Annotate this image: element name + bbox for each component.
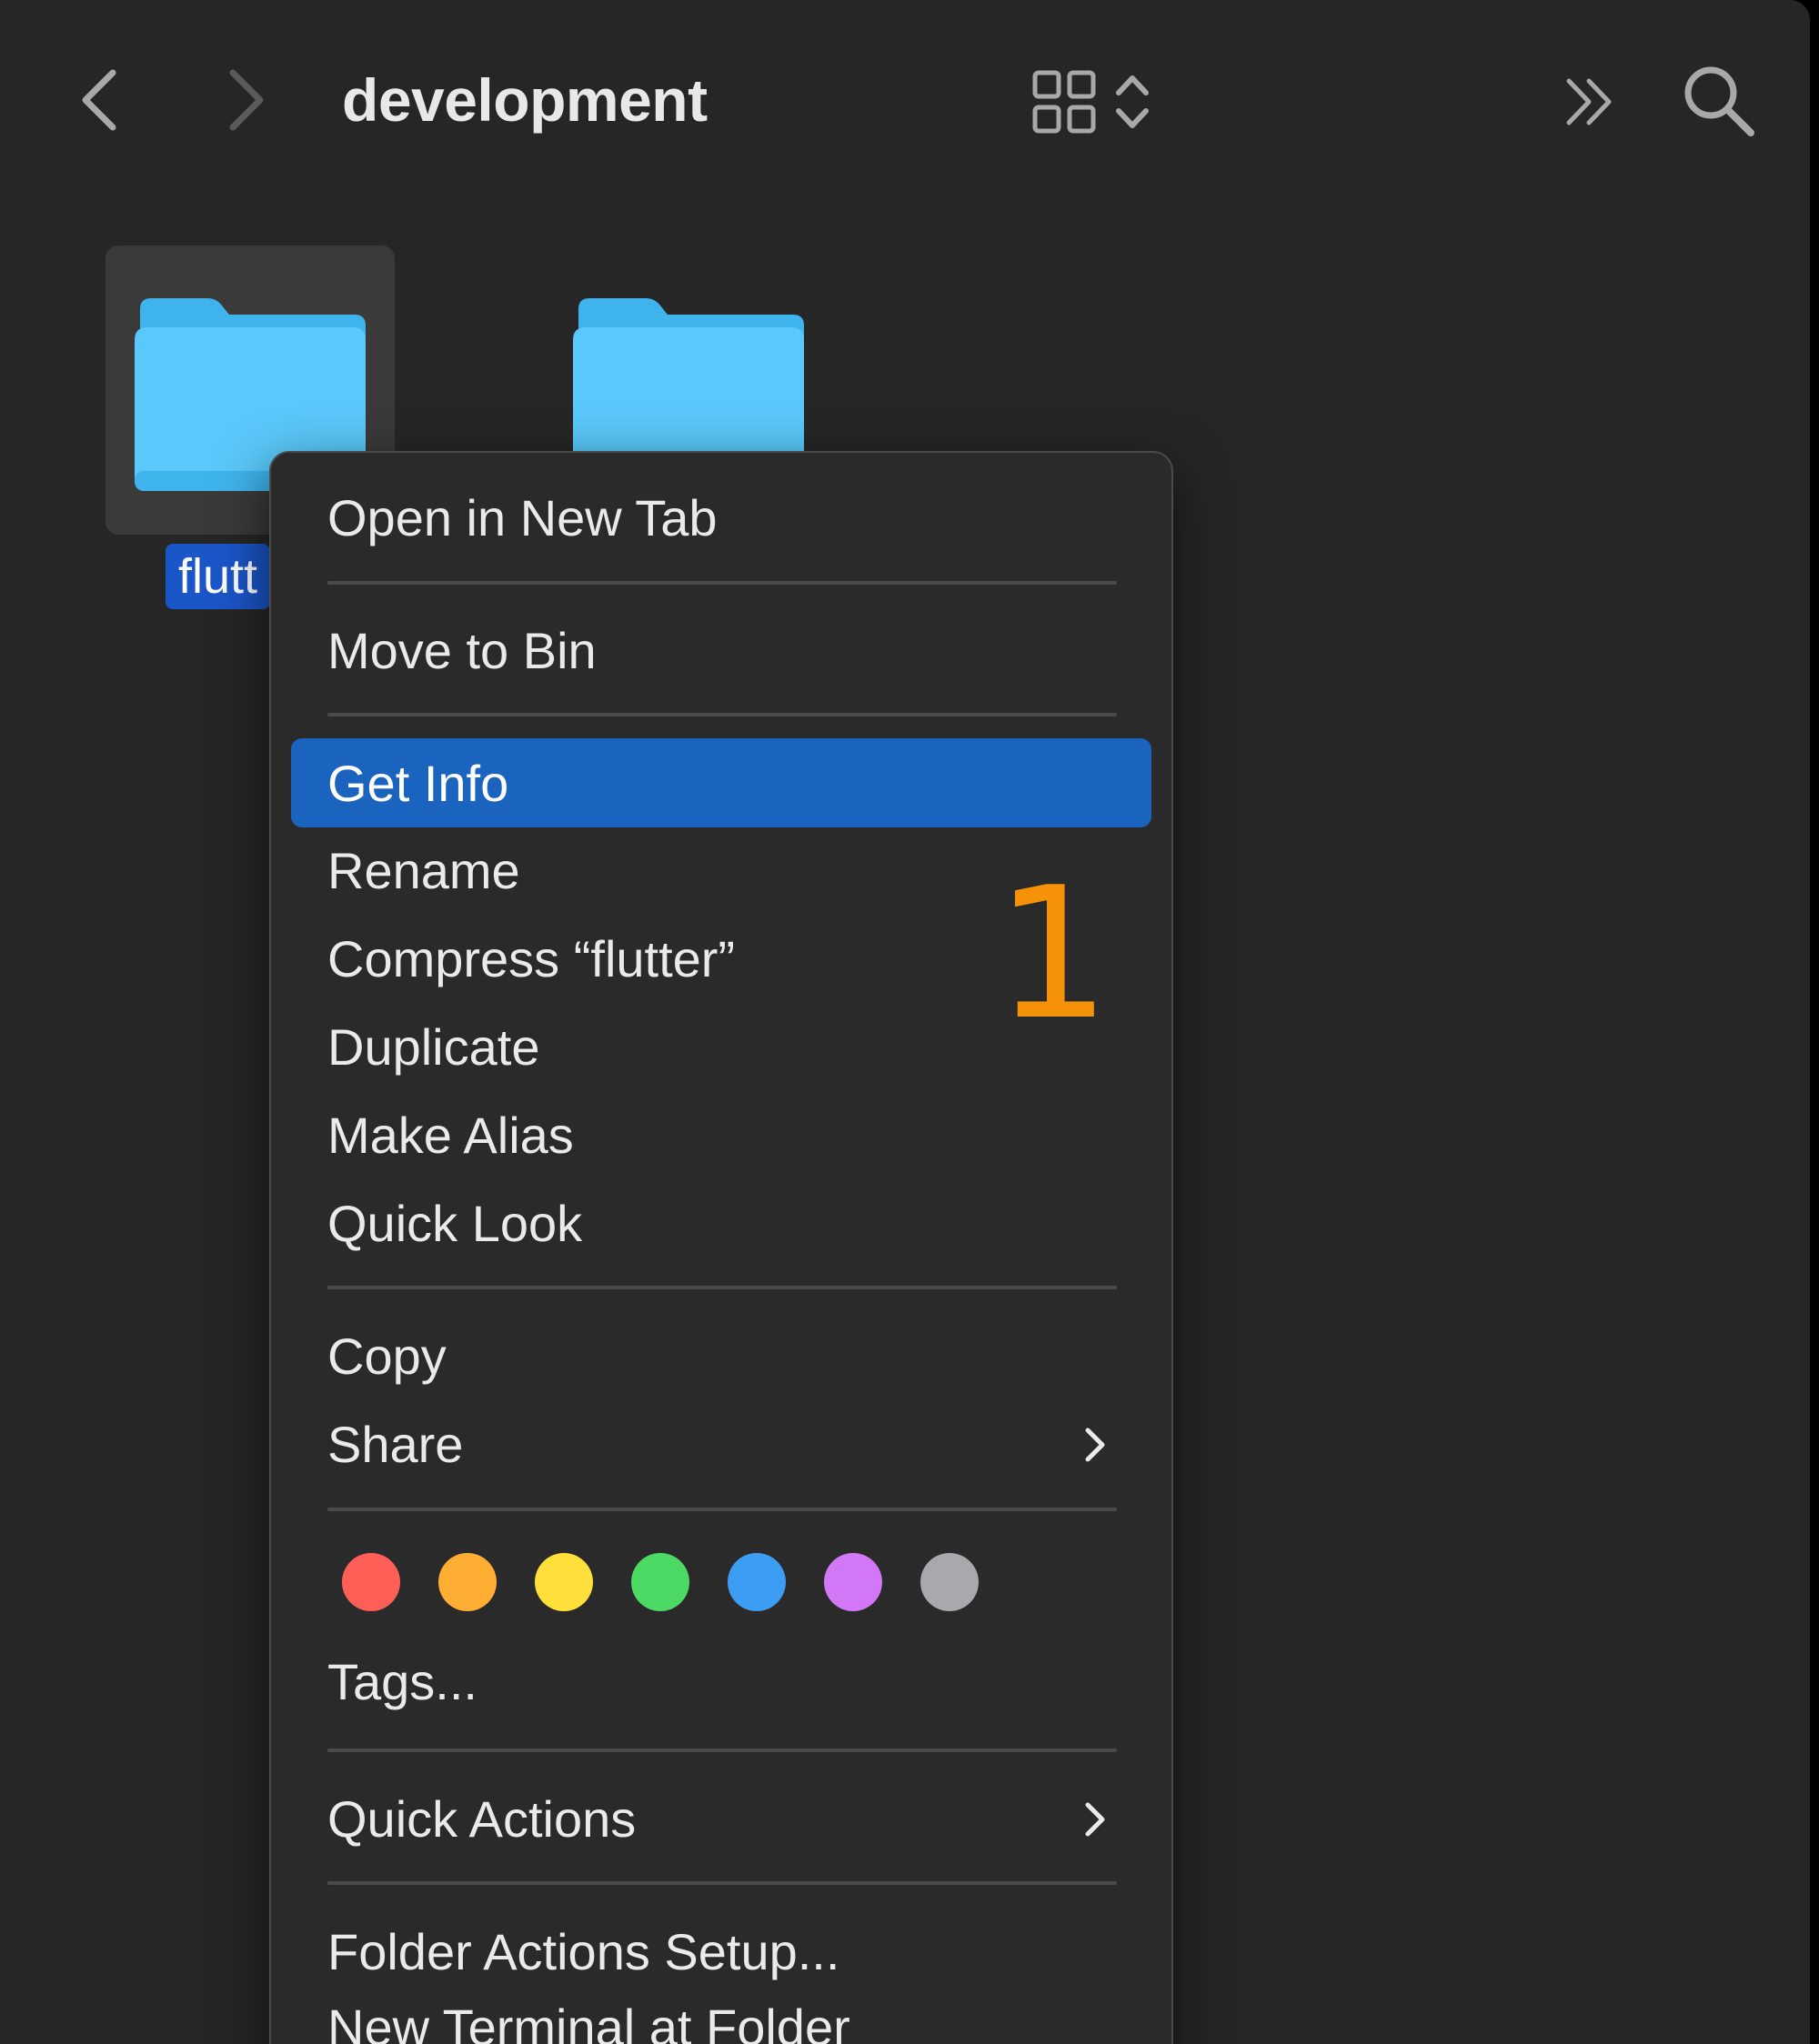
menu-item-label: Duplicate (327, 1017, 540, 1076)
menu-separator (327, 1286, 1117, 1289)
chevron-left-icon (82, 69, 116, 131)
chevron-right-icon (1085, 1428, 1105, 1462)
tag-purple-dot[interactable] (824, 1553, 882, 1611)
menu-separator (327, 581, 1117, 585)
menu-item-quick-actions[interactable]: Quick Actions (291, 1774, 1151, 1863)
menu-separator (327, 1508, 1117, 1511)
folder-item[interactable] (544, 245, 833, 491)
menu-item-tags[interactable]: Tags... (291, 1637, 1151, 1726)
menu-item-move-to-bin[interactable]: Move to Bin (291, 606, 1151, 695)
menu-separator (327, 1881, 1117, 1885)
step-annotation-number: 1 (995, 848, 1111, 1060)
grid-view-icon (1032, 70, 1096, 134)
menu-separator (327, 713, 1117, 716)
menu-item-label: Copy (327, 1327, 447, 1385)
menu-item-open-in-new-tab[interactable]: Open in New Tab (291, 473, 1151, 562)
search-button[interactable] (1673, 60, 1764, 142)
tag-gray-dot[interactable] (920, 1553, 979, 1611)
menu-item-label: New Terminal at Folder (327, 1998, 850, 2044)
menu-item-label: Share (327, 1415, 464, 1473)
menu-item-label: Tags... (327, 1652, 477, 1710)
chevron-right-icon (1085, 1802, 1105, 1837)
menu-item-label: Open in New Tab (327, 488, 718, 546)
menu-item-new-terminal-at-folder[interactable]: New Terminal at Folder (291, 1982, 1151, 2044)
finder-window: development flutt Open in New Tab Move t… (0, 0, 1810, 2044)
menu-item-quick-look[interactable]: Quick Look (291, 1178, 1151, 1267)
tag-green-dot[interactable] (631, 1553, 689, 1611)
up-down-chevron-icon (1116, 75, 1149, 128)
menu-item-label: Make Alias (327, 1106, 574, 1164)
menu-item-label: Quick Look (327, 1194, 583, 1252)
forward-button[interactable] (209, 64, 282, 136)
chevron-right-icon (229, 69, 264, 131)
tag-blue-dot[interactable] (728, 1553, 786, 1611)
menu-item-make-alias[interactable]: Make Alias (291, 1090, 1151, 1179)
tag-orange-dot[interactable] (438, 1553, 497, 1611)
double-chevron-right-icon (1566, 78, 1612, 125)
back-button[interactable] (64, 64, 136, 136)
menu-separator (327, 1748, 1117, 1752)
toolbar-overflow-button[interactable] (1553, 65, 1626, 138)
menu-item-get-info[interactable]: Get Info (291, 738, 1151, 827)
menu-item-copy[interactable]: Copy (291, 1311, 1151, 1400)
tag-red-dot[interactable] (342, 1553, 400, 1611)
folder-name-label[interactable]: flutt (166, 544, 271, 609)
magnifying-glass-icon (1684, 66, 1754, 136)
tag-yellow-dot[interactable] (535, 1553, 593, 1611)
menu-item-label: Rename (327, 841, 520, 899)
window-title: development (342, 66, 708, 134)
menu-item-share[interactable]: Share (291, 1399, 1151, 1488)
menu-item-label: Move to Bin (327, 621, 597, 679)
view-mode-button[interactable] (1019, 64, 1164, 140)
menu-item-label: Quick Actions (327, 1789, 637, 1848)
menu-item-label: Folder Actions Setup... (327, 1922, 840, 1980)
context-menu: Open in New Tab Move to Bin Get Info Ren… (269, 451, 1173, 2044)
menu-item-label: Get Info (327, 754, 509, 812)
menu-item-label: Compress “flutter” (327, 929, 736, 987)
